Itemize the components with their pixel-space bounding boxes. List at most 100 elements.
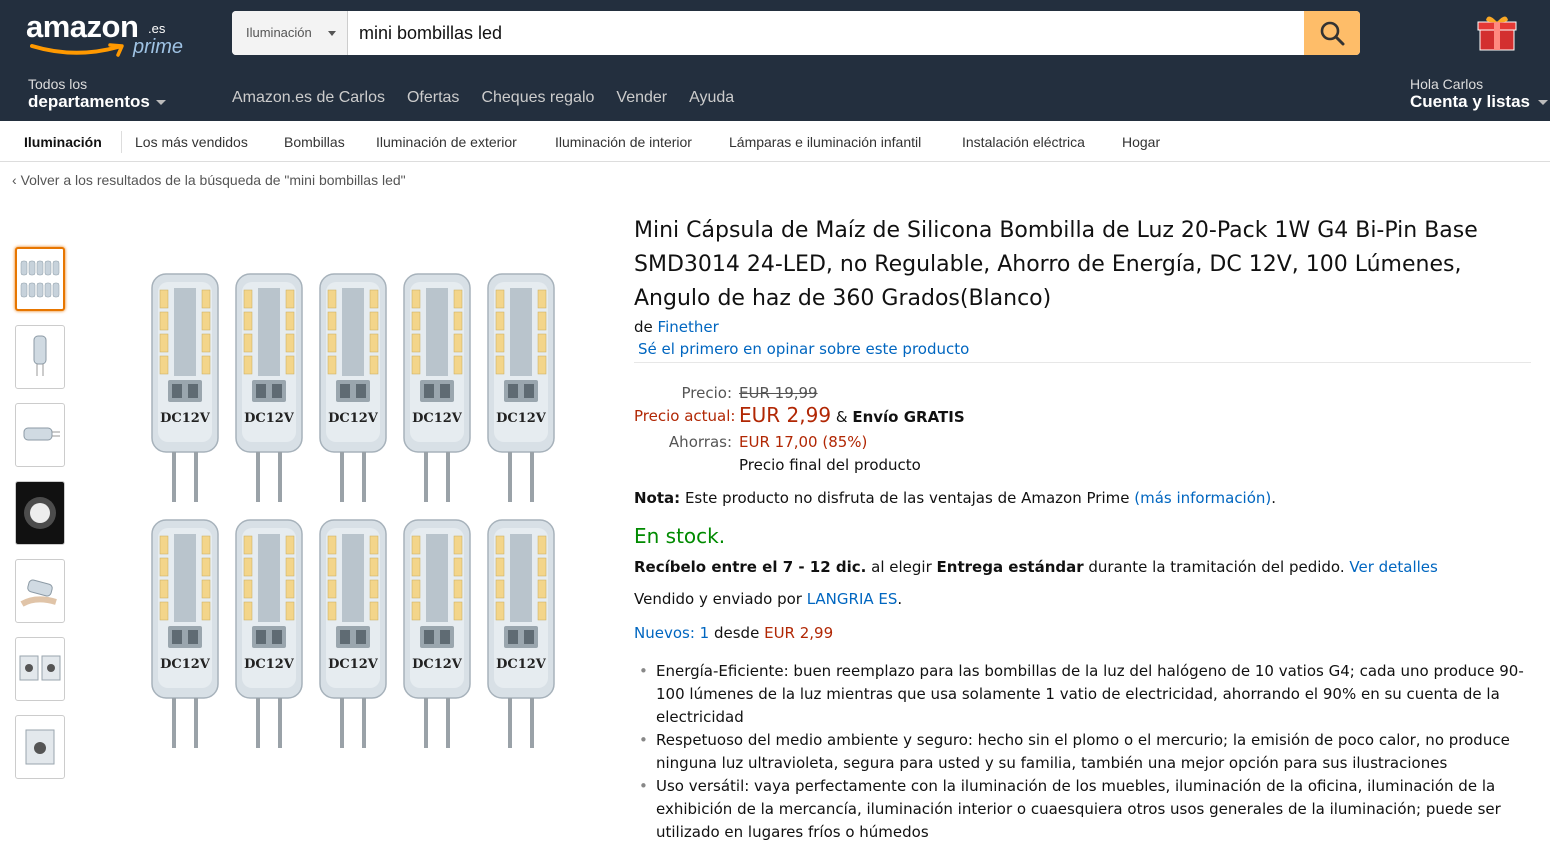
brand-link[interactable]: Finether	[658, 318, 719, 336]
back-arrow-icon: ‹	[12, 172, 17, 188]
depts-line2-wrap: departamentos	[28, 92, 166, 112]
nav-links: Amazon.es de Carlos Ofertas Cheques rega…	[232, 89, 756, 107]
current-price-label: Precio actual:	[634, 407, 736, 425]
feature-bullets: Energía-Eficiente: buen reemplazo para l…	[639, 660, 1536, 844]
feature-bullet: Respetuoso del medio ambiente y seguro: …	[639, 729, 1536, 775]
subnav-item-interior[interactable]: Iluminación de interior	[555, 134, 692, 150]
search-category-dropdown[interactable]: Iluminación	[232, 11, 348, 55]
bulb-row-bottom	[150, 518, 556, 750]
product-info: Mini Cápsula de Maíz de Silicona Bombill…	[634, 214, 1534, 358]
delivery-dates: Recíbelo entre el 7 - 12 dic.	[634, 558, 867, 576]
seller-info: Vendido y enviado por LANGRIA ES.	[634, 590, 902, 608]
new-offers: Nuevos: 1 desde EUR 2,99	[634, 624, 833, 642]
seller-end: .	[897, 590, 903, 608]
nota-text: Este producto no disfruta de las ventaja…	[684, 489, 1130, 507]
subnav-item-electrica[interactable]: Instalación eléctrica	[962, 134, 1085, 150]
logo-prime: prime	[133, 36, 184, 58]
seller-prefix: Vendido y enviado por	[634, 590, 802, 608]
amp: &	[835, 408, 848, 426]
more-info-link[interactable]: (más información)	[1134, 489, 1271, 507]
chevron-down-icon	[1538, 100, 1548, 106]
bulb-side-thumbnail	[23, 427, 60, 441]
subnav-divider	[121, 131, 122, 153]
chevron-down-icon	[155, 100, 166, 106]
bulb-row-top	[150, 272, 556, 504]
delivery-text2: durante la tramitación del pedido.	[1088, 558, 1345, 576]
search-category-label: Iluminación	[246, 25, 312, 40]
thumbnail-5[interactable]	[15, 559, 65, 623]
price-block: Precio: EUR 19,99 Precio actual: EUR 2,9…	[634, 382, 1034, 482]
delivery-text1: al elegir	[871, 558, 932, 576]
price-label: Precio:	[681, 384, 733, 402]
depts-line1: Todos los	[28, 76, 88, 92]
nav-link-sell[interactable]: Vender	[616, 89, 667, 107]
subnav-item-infantil[interactable]: Lámparas e iluminación infantil	[729, 134, 921, 150]
subnav-item-bombillas[interactable]: Bombillas	[284, 134, 345, 150]
account-greeting: Hola Carlos	[1410, 76, 1484, 92]
nav-link-my-amazon[interactable]: Amazon.es de Carlos	[232, 89, 385, 107]
new-offers-link[interactable]: Nuevos: 1	[634, 624, 709, 642]
divider	[634, 362, 1531, 363]
search-bar: Iluminación	[232, 11, 1360, 55]
category-subnav: Iluminación Los más vendidos Bombillas I…	[0, 121, 1550, 162]
depts-line2: departamentos	[28, 92, 150, 111]
stock-status: En stock.	[634, 524, 726, 548]
logo-tld: .es	[148, 21, 166, 36]
final-price-note: Precio final del producto	[739, 456, 921, 474]
offers-price: EUR 2,99	[764, 624, 834, 642]
prime-note: Nota: Este producto no disfruta de las v…	[634, 489, 1276, 507]
main-product-image[interactable]: DC12V	[140, 268, 570, 764]
by-prefix: de	[634, 318, 653, 336]
back-to-results-text: Volver a los resultados de la búsqueda d…	[20, 172, 406, 188]
search-button[interactable]	[1304, 11, 1360, 55]
delivery-estimate: Recíbelo entre el 7 - 12 dic. al elegir …	[634, 558, 1438, 576]
search-input[interactable]	[349, 11, 1304, 55]
byline: de Finether	[634, 318, 1534, 336]
list-price: EUR 19,99	[739, 384, 818, 402]
nota-end: .	[1271, 489, 1277, 507]
thumbnail-2[interactable]	[15, 325, 65, 389]
feature-bullet: Energía-Eficiente: buen reemplazo para l…	[639, 660, 1536, 729]
seller-link[interactable]: LANGRIA ES	[807, 590, 898, 608]
nav-link-gift-cards[interactable]: Cheques regalo	[481, 89, 594, 107]
nota-label: Nota:	[634, 489, 681, 507]
account-line2-wrap: Cuenta y listas	[1410, 92, 1550, 112]
chevron-down-icon	[328, 31, 336, 36]
current-price: EUR 2,99	[739, 403, 832, 427]
bulb-hand-thumbnail	[20, 579, 57, 607]
savings-label: Ahorras:	[668, 433, 732, 451]
smile-arrow-icon	[30, 43, 124, 57]
feature-bullet: Uso versátil: vaya perfectamente con la …	[639, 775, 1536, 844]
logo-word: amazon	[26, 9, 139, 44]
free-shipping: Envío GRATIS	[852, 408, 965, 426]
write-review-link[interactable]: Sé el primero en opinar sobre este produ…	[638, 340, 1534, 358]
bulb-lit-thumbnail	[16, 482, 64, 544]
thumbnail-6[interactable]	[15, 637, 65, 701]
thumbnail-4[interactable]	[15, 481, 65, 545]
product-title: Mini Cápsula de Maíz de Silicona Bombill…	[634, 218, 1478, 311]
offers-from: desde	[713, 624, 760, 642]
subnav-item-best-sellers[interactable]: Los más vendidos	[135, 134, 248, 150]
thumbnail-3[interactable]	[15, 403, 65, 467]
delivery-method: Entrega estándar	[936, 558, 1084, 576]
subnav-item-exterior[interactable]: Iluminación de exterior	[376, 134, 517, 150]
thumbnail-7[interactable]	[15, 715, 65, 779]
subnav-item-iluminacion[interactable]: Iluminación	[24, 134, 102, 150]
bag-thumbnail	[25, 729, 55, 765]
delivery-details-link[interactable]: Ver detalles	[1349, 558, 1437, 576]
account-menu[interactable]: Hola Carlos Cuenta y listas	[1410, 76, 1550, 112]
savings-value: EUR 17,00 (85%)	[739, 433, 868, 451]
gift-icon[interactable]	[1476, 12, 1518, 52]
search-icon	[1320, 21, 1345, 46]
all-departments-menu[interactable]: Todos los departamentos	[28, 76, 166, 112]
nav-link-offers[interactable]: Ofertas	[407, 89, 459, 107]
nav-link-help[interactable]: Ayuda	[689, 89, 734, 107]
bulb-pack-thumbnail	[20, 260, 60, 298]
thumbnail-1[interactable]	[15, 247, 65, 311]
subnav-item-hogar[interactable]: Hogar	[1122, 134, 1160, 150]
account-lists-label: Cuenta y listas	[1410, 92, 1530, 111]
back-to-results-link[interactable]: ‹ Volver a los resultados de la búsqueda…	[12, 172, 406, 188]
bags-thumbnail	[19, 655, 61, 681]
amazon-prime-logo[interactable]: amazon .es prime	[26, 9, 183, 61]
current-price-row: EUR 2,99 & Envío GRATIS	[739, 403, 965, 427]
